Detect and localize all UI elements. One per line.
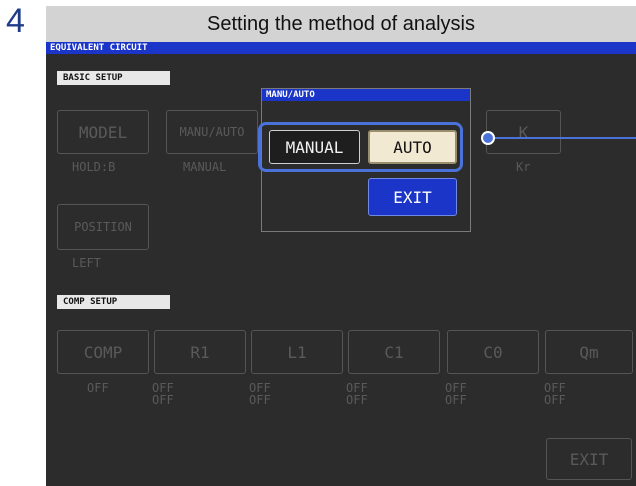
- step-number: 4: [6, 2, 25, 40]
- r1-button[interactable]: R1: [154, 330, 246, 374]
- c0-value-2: OFF: [445, 393, 467, 407]
- k-button[interactable]: K: [486, 110, 561, 154]
- comp-value: OFF: [87, 381, 109, 395]
- dialog-title: MANU/AUTO: [262, 89, 470, 101]
- manual-button[interactable]: MANUAL: [269, 130, 360, 164]
- model-value: HOLD:B: [72, 160, 116, 174]
- l1-value-2: OFF: [249, 393, 271, 407]
- callout-line: [490, 137, 636, 139]
- step-title: Setting the method of analysis: [46, 6, 636, 42]
- qm-value-2: OFF: [544, 393, 566, 407]
- instrument-screen: EQUIVALENT CIRCUIT BASIC SETUP MODEL HOL…: [46, 42, 636, 486]
- l1-button[interactable]: L1: [251, 330, 343, 374]
- dialog-exit-button[interactable]: EXIT: [368, 178, 457, 216]
- position-value: LEFT: [72, 256, 101, 270]
- position-button[interactable]: POSITION: [57, 204, 149, 250]
- comp-button[interactable]: COMP: [57, 330, 149, 374]
- comp-setup-label: COMP SETUP: [57, 295, 170, 309]
- k-value: Kr: [516, 160, 531, 174]
- callout-dot: [481, 131, 495, 145]
- basic-setup-label: BASIC SETUP: [57, 71, 170, 85]
- r1-value-2: OFF: [152, 393, 174, 407]
- c1-value-2: OFF: [346, 393, 368, 407]
- screen-exit-button[interactable]: EXIT: [546, 438, 632, 480]
- c1-button[interactable]: C1: [348, 330, 440, 374]
- manu-auto-value: MANUAL: [183, 160, 227, 174]
- qm-button[interactable]: Qm: [545, 330, 633, 374]
- model-button[interactable]: MODEL: [57, 110, 149, 154]
- auto-button[interactable]: AUTO: [368, 130, 457, 164]
- manu-auto-button[interactable]: MANU/AUTO: [166, 110, 258, 154]
- screen-title: EQUIVALENT CIRCUIT: [46, 42, 636, 54]
- c0-button[interactable]: C0: [447, 330, 539, 374]
